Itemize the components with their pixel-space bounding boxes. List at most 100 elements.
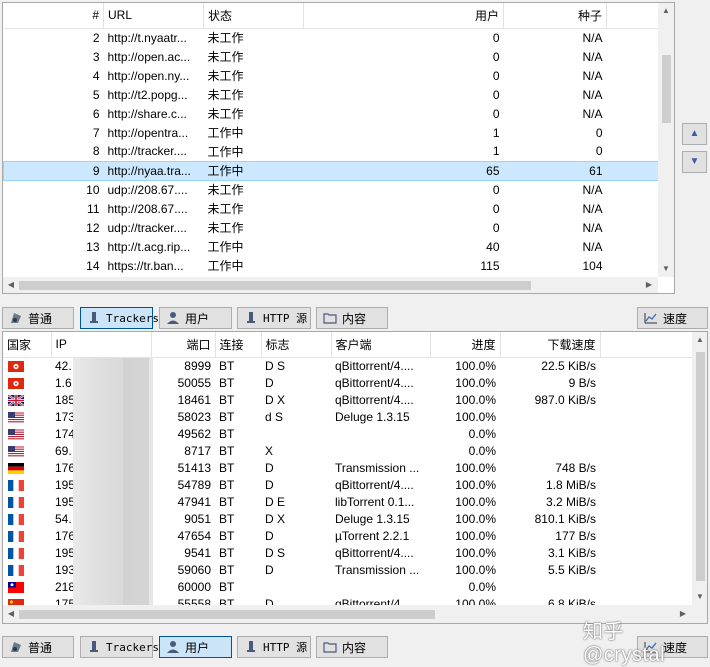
tab-http-sources[interactable]: HTTP 源 — [237, 636, 311, 658]
tab-content[interactable]: 内容 — [316, 307, 388, 329]
scroll-up-arrow-icon[interactable]: ▲ — [692, 332, 707, 348]
peer-flags: D — [265, 528, 274, 543]
move-up-button[interactable]: ▲ — [682, 123, 707, 145]
peer-client: Deluge 1.3.15 — [335, 511, 410, 526]
redacted-ip-blur-dark — [123, 358, 149, 623]
peer-progress: 100.0% — [455, 358, 496, 373]
peer-client: qBittorrent/4.... — [335, 392, 414, 407]
peer-client: qBittorrent/4.... — [335, 358, 414, 373]
tracker-seeds: N/A — [582, 201, 603, 216]
scroll-right-arrow-icon[interactable]: ▶ — [641, 277, 657, 293]
tab-content[interactable]: 内容 — [316, 636, 388, 658]
peer-flags: D E — [265, 494, 286, 509]
tracker-row[interactable]: 3http://open.ac...未工作0N/AN/A — [4, 47, 675, 66]
peer-down-speed: 1.8 MiB/s — [545, 477, 596, 492]
tracker-seeds: N/A — [582, 239, 603, 254]
scroll-down-arrow-icon[interactable]: ▼ — [658, 261, 674, 277]
tracker-peers: 1 — [492, 144, 500, 159]
peer-col-client[interactable]: 客户端 — [331, 332, 431, 358]
tracker-row[interactable]: 9http://nyaa.tra...工作中65614 — [3, 160, 674, 181]
http-source-icon — [244, 640, 258, 654]
tracker-status: 未工作 — [207, 107, 244, 121]
tracker-peers: 0 — [492, 182, 500, 197]
tab-http-sources[interactable]: HTTP 源 — [237, 307, 311, 329]
tab-peers[interactable]: 用户 — [159, 636, 232, 658]
peer-col-country[interactable]: 国家 — [3, 332, 52, 358]
tracker-seeds: N/A — [582, 106, 603, 121]
user-icon — [166, 311, 180, 325]
peer-connection: BT — [219, 358, 235, 373]
peer-client: Transmission ... — [335, 460, 420, 475]
move-down-button[interactable]: ▼ — [682, 151, 707, 173]
peer-col-port[interactable]: 端口 — [151, 332, 216, 358]
flag-fr-icon — [8, 564, 24, 576]
peer-port: 47941 — [177, 494, 211, 509]
flag-fr-icon — [8, 513, 24, 525]
peer-down-speed — [500, 578, 600, 595]
peer-vertical-scrollbar[interactable]: ▲ ▼ — [692, 332, 707, 605]
tracker-row[interactable]: 5http://t2.popg...未工作0N/AN/A — [4, 85, 675, 104]
tracker-url: http://open.ny... — [107, 68, 190, 83]
tracker-vertical-scrollbar[interactable]: ▲ ▼ — [658, 3, 674, 277]
peer-down-speed — [500, 425, 600, 442]
tracker-status: 工作中 — [203, 160, 304, 181]
peer-col-down-speed[interactable]: 下载速度 — [500, 332, 601, 358]
peer-flags — [261, 578, 331, 595]
tracker-row[interactable]: 4http://open.ny...未工作0N/AN/A — [4, 66, 675, 85]
scroll-left-arrow-icon[interactable]: ◀ — [3, 277, 19, 293]
peer-scroll-thumb[interactable] — [696, 352, 705, 581]
watermark-text: 知乎 @crystal — [583, 621, 666, 666]
tracker-horizontal-scrollbar[interactable]: ◀ ▶ — [3, 277, 658, 293]
tracker-index: 12 — [86, 220, 100, 235]
peer-client: qBittorrent/4.... — [335, 477, 414, 492]
tab-peers[interactable]: 用户 — [159, 307, 232, 329]
tracker-row[interactable]: 2http://t.nyaatr...未工作0N/AN/A — [4, 28, 675, 47]
peer-connection: BT — [219, 511, 235, 526]
tracker-seeds: 0 — [595, 144, 603, 159]
tracker-index: 2 — [92, 30, 100, 45]
peer-progress: 100.0% — [455, 494, 496, 509]
peer-port: 9051 — [184, 511, 211, 526]
tab-general[interactable]: 普通 — [2, 307, 74, 329]
tracker-col-seeds[interactable]: 种子 — [503, 3, 607, 29]
tracker-col-peers[interactable]: 用户 — [303, 3, 504, 29]
tab-general[interactable]: 普通 — [2, 636, 74, 658]
tracker-row[interactable]: 12udp://tracker....未工作0N/AN/A — [4, 218, 675, 237]
peer-col-ip[interactable]: IP — [51, 332, 152, 358]
tracker-peers: 1 — [492, 125, 500, 140]
peer-col-flags[interactable]: 标志 — [261, 332, 332, 358]
tab-speed[interactable]: 速度 — [637, 307, 708, 329]
peer-down-speed: 5.5 KiB/s — [547, 562, 596, 577]
peer-col-progress[interactable]: 进度 — [430, 332, 501, 358]
tracker-col-url[interactable]: URL — [103, 3, 204, 29]
tracker-index: 14 — [86, 258, 100, 273]
scroll-up-arrow-icon[interactable]: ▲ — [658, 3, 674, 19]
tracker-row[interactable]: 13http://t.acg.rip...工作中40N/AN/A — [4, 237, 675, 256]
tab-trackers[interactable]: Trackers — [80, 636, 159, 658]
scroll-down-arrow-icon[interactable]: ▼ — [692, 589, 707, 605]
peer-hscroll-thumb[interactable] — [19, 610, 435, 619]
peer-country — [3, 408, 51, 425]
peer-flags: d S — [265, 409, 284, 424]
peer-flags: D X — [265, 392, 286, 407]
scroll-left-arrow-icon[interactable]: ◀ — [3, 606, 19, 622]
tracker-col-status[interactable]: 状态 — [203, 3, 304, 29]
tracker-row[interactable]: 11http://208.67....未工作0N/AN/A — [4, 199, 675, 218]
tracker-col-index[interactable]: # — [3, 3, 104, 29]
tracker-row[interactable]: 7http://opentra...工作中101 — [4, 123, 675, 142]
folder-icon — [323, 311, 337, 325]
tracker-hscroll-thumb[interactable] — [19, 281, 531, 290]
peer-port: 58023 — [177, 409, 211, 424]
peer-col-connection[interactable]: 连接 — [215, 332, 262, 358]
tracker-peers: 0 — [492, 106, 500, 121]
tab-trackers[interactable]: Trackers — [80, 307, 159, 329]
tracker-row[interactable]: 6http://share.c...未工作0N/AN/A — [4, 104, 675, 123]
tracker-row[interactable]: 10udp://208.67....未工作0N/AN/A — [4, 180, 675, 199]
tracker-status: 未工作 — [207, 31, 244, 46]
peer-flags: D S — [265, 545, 286, 560]
tracker-row[interactable]: 8http://tracker....工作中101 — [4, 142, 675, 161]
peer-flags: D — [265, 477, 274, 492]
peer-down-speed — [500, 408, 600, 425]
tracker-row[interactable]: 14https://tr.ban...工作中11510411 — [4, 256, 675, 275]
tracker-scroll-thumb[interactable] — [662, 55, 671, 123]
